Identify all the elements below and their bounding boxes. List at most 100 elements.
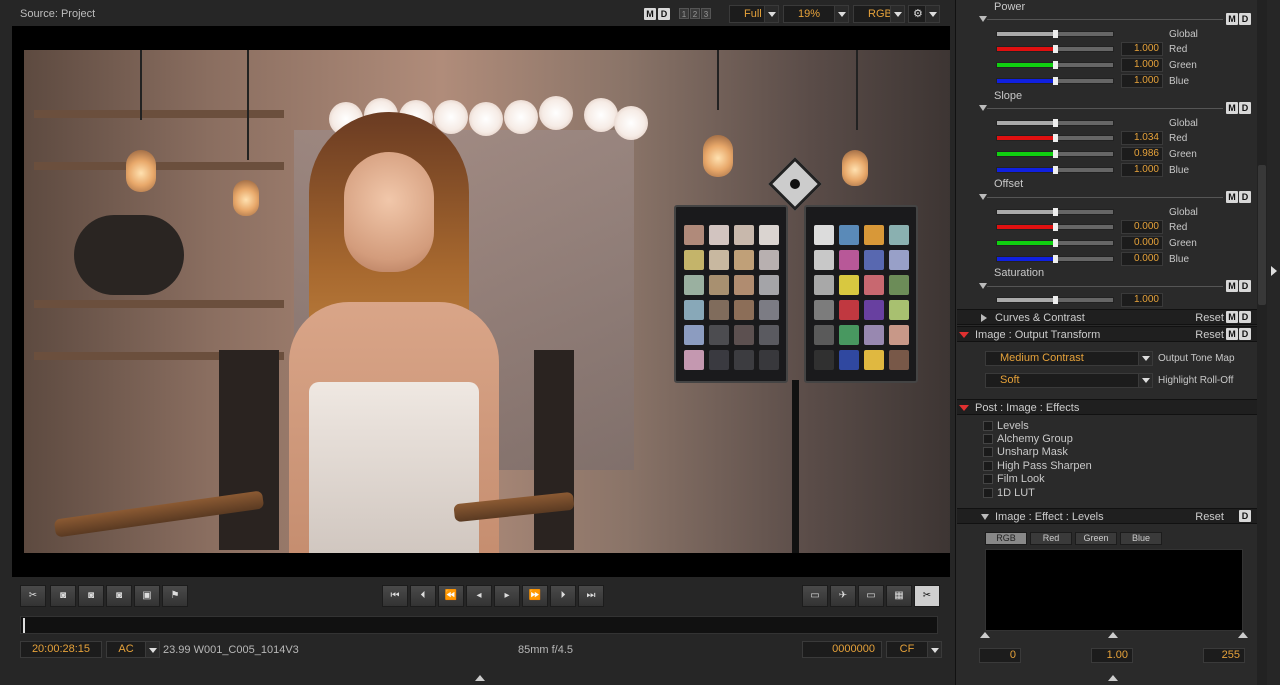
levels-section-header[interactable]: Image : Effect : Levels Reset D xyxy=(957,508,1257,524)
step-back-button[interactable]: ◂ xyxy=(466,585,492,607)
slope-d-button[interactable]: D xyxy=(1239,102,1251,114)
tab-green[interactable]: Green xyxy=(1075,532,1117,545)
black-point-handle[interactable] xyxy=(980,632,990,638)
rewind-button[interactable]: ⏪ xyxy=(438,585,464,607)
panel-scrollbar[interactable] xyxy=(1257,0,1267,685)
prev-clip-button[interactable]: ⏴ xyxy=(410,585,436,607)
aspect-button[interactable]: ▭ xyxy=(858,585,884,607)
view-3-button[interactable]: 3 xyxy=(701,8,711,19)
output-d-button[interactable]: D xyxy=(1239,328,1251,340)
slope-green-slider[interactable] xyxy=(996,150,1114,158)
tab-red[interactable]: Red xyxy=(1030,532,1072,545)
output-reset-button[interactable]: Reset xyxy=(1195,329,1224,341)
levels-low-value[interactable]: 0 xyxy=(979,648,1021,663)
view-1-button[interactable]: 1 xyxy=(679,8,689,19)
last-frame-button[interactable]: ⏭ xyxy=(578,585,604,607)
rocket-button[interactable]: ✈ xyxy=(830,585,856,607)
add-snapshot-button[interactable]: ◙ xyxy=(78,585,104,607)
saturation-value[interactable]: 1.000 xyxy=(1121,293,1163,307)
saturation-d-button[interactable]: D xyxy=(1239,280,1251,292)
tab-rgb[interactable]: RGB xyxy=(985,532,1027,545)
r3d-snapshot-button[interactable]: ◙ xyxy=(106,585,132,607)
levels-d-button[interactable]: D xyxy=(1239,510,1251,522)
first-frame-button[interactable]: ⏮ xyxy=(382,585,408,607)
snapshot-button[interactable]: ◙ xyxy=(50,585,76,607)
slope-global-slider[interactable] xyxy=(996,119,1114,127)
power-green-value[interactable]: 1.000 xyxy=(1121,58,1163,72)
slope-blue-slider[interactable] xyxy=(996,166,1114,174)
power-m-button[interactable]: M xyxy=(1226,13,1238,25)
video-frame[interactable] xyxy=(12,26,950,577)
levels-histogram[interactable] xyxy=(985,549,1243,631)
levels-high-value[interactable]: 255 xyxy=(1203,648,1245,663)
expand-right-icon[interactable] xyxy=(1271,266,1277,276)
rolloff-dropdown[interactable]: Soft xyxy=(985,373,1153,388)
alchemy-checkbox[interactable] xyxy=(983,434,993,444)
power-blue-slider[interactable] xyxy=(996,77,1114,85)
play-button[interactable]: ▸ xyxy=(494,585,520,607)
keyboard-button[interactable]: ▦ xyxy=(886,585,912,607)
collapse-icon[interactable] xyxy=(979,194,987,200)
power-d-button[interactable]: D xyxy=(1239,13,1251,25)
slope-m-button[interactable]: M xyxy=(1226,102,1238,114)
slope-red-slider[interactable] xyxy=(996,134,1114,142)
timeline-scrubber[interactable] xyxy=(20,616,938,634)
viewer-settings-button[interactable]: ⚙ xyxy=(908,5,940,23)
fast-forward-button[interactable]: ⏩ xyxy=(522,585,548,607)
channel-dropdown[interactable]: RGB xyxy=(853,5,905,23)
expand-up-icon[interactable] xyxy=(1108,675,1118,681)
view-2-button[interactable]: 2 xyxy=(690,8,700,19)
lut-checkbox[interactable] xyxy=(983,488,993,498)
tone-map-dropdown[interactable]: Medium Contrast xyxy=(985,351,1153,366)
output-section-header[interactable]: Image : Output Transform Reset M D xyxy=(957,326,1257,342)
output-m-button[interactable]: M xyxy=(1226,328,1238,340)
power-green-slider[interactable] xyxy=(996,61,1114,69)
curves-reset-button[interactable]: Reset xyxy=(1195,312,1224,324)
monitor-button[interactable]: ▭ xyxy=(802,585,828,607)
frame-field[interactable]: 0000000 xyxy=(802,641,882,658)
curves-section-header[interactable]: Curves & Contrast Reset M D xyxy=(957,309,1257,325)
offset-blue-value[interactable]: 0.000 xyxy=(1121,252,1163,266)
collapse-icon[interactable] xyxy=(979,16,987,22)
slope-green-value[interactable]: 0.986 xyxy=(1121,147,1163,161)
collapse-icon[interactable] xyxy=(979,283,987,289)
power-blue-value[interactable]: 1.000 xyxy=(1121,74,1163,88)
next-clip-button[interactable]: ⏵ xyxy=(550,585,576,607)
offset-green-value[interactable]: 0.000 xyxy=(1121,236,1163,250)
frame-mode-dropdown[interactable]: CF xyxy=(886,641,942,658)
scrollbar-thumb[interactable] xyxy=(1258,165,1266,305)
expand-up-icon[interactable] xyxy=(475,675,485,681)
curves-m-button[interactable]: M xyxy=(1226,311,1238,323)
levels-reset-button[interactable]: Reset xyxy=(1195,511,1224,523)
unsharp-checkbox[interactable] xyxy=(983,447,993,457)
saturation-slider[interactable] xyxy=(996,296,1114,304)
white-point-handle[interactable] xyxy=(1238,632,1248,638)
highpass-checkbox[interactable] xyxy=(983,461,993,471)
effects-section-header[interactable]: Post : Image : Effects xyxy=(957,399,1257,415)
tc-mode-dropdown[interactable]: AC xyxy=(106,641,160,658)
viewer-m-button[interactable]: M xyxy=(644,8,656,20)
cut-mode-button[interactable]: ✂ xyxy=(914,585,940,607)
gamma-handle[interactable] xyxy=(1108,632,1118,638)
tab-blue[interactable]: Blue xyxy=(1120,532,1162,545)
quality-dropdown[interactable]: Full xyxy=(729,5,779,23)
slope-red-value[interactable]: 1.034 xyxy=(1121,131,1163,145)
offset-d-button[interactable]: D xyxy=(1239,191,1251,203)
power-global-slider[interactable] xyxy=(996,30,1114,38)
collapse-icon[interactable] xyxy=(979,105,987,111)
offset-red-slider[interactable] xyxy=(996,223,1114,231)
power-red-value[interactable]: 1.000 xyxy=(1121,42,1163,56)
offset-red-value[interactable]: 0.000 xyxy=(1121,220,1163,234)
power-red-slider[interactable] xyxy=(996,45,1114,53)
timecode-field[interactable]: 20:00:28:15 xyxy=(20,641,102,658)
playhead[interactable] xyxy=(23,618,25,633)
slope-blue-value[interactable]: 1.000 xyxy=(1121,163,1163,177)
offset-green-slider[interactable] xyxy=(996,239,1114,247)
curves-d-button[interactable]: D xyxy=(1239,311,1251,323)
zoom-dropdown[interactable]: 19% xyxy=(783,5,849,23)
offset-global-slider[interactable] xyxy=(996,208,1114,216)
levels-mid-value[interactable]: 1.00 xyxy=(1091,648,1133,663)
levels-checkbox[interactable] xyxy=(983,421,993,431)
filmlook-checkbox[interactable] xyxy=(983,474,993,484)
saturation-m-button[interactable]: M xyxy=(1226,280,1238,292)
